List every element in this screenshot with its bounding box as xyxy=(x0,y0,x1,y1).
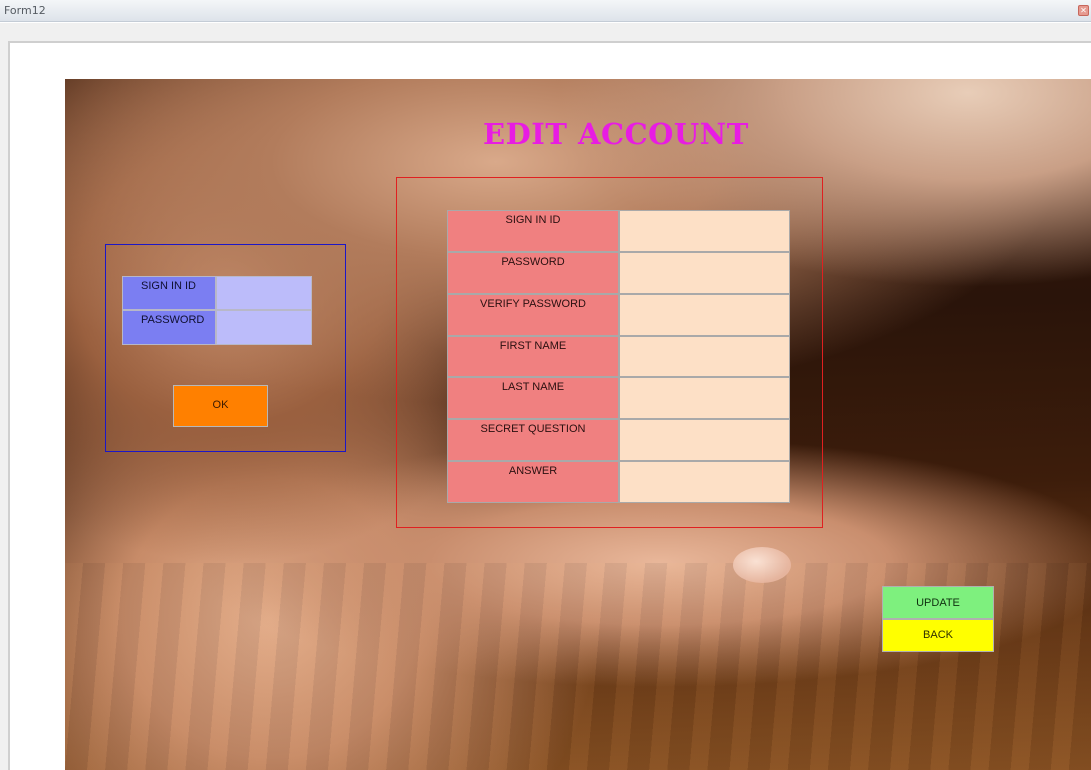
page-title: EDIT ACCOUNT xyxy=(483,117,749,151)
first-name-input[interactable] xyxy=(619,335,790,378)
ok-button[interactable]: OK xyxy=(173,385,268,427)
back-button[interactable]: BACK xyxy=(882,619,994,652)
update-button[interactable]: UPDATE xyxy=(882,586,994,619)
password-input[interactable] xyxy=(619,251,790,294)
secret-question-input[interactable] xyxy=(619,419,790,462)
login-sign-in-id-label: SIGN IN ID xyxy=(122,276,216,310)
sign-in-id-label: SIGN IN ID xyxy=(447,210,619,252)
login-password-input[interactable] xyxy=(216,310,312,345)
verify-password-input[interactable] xyxy=(619,293,790,336)
login-password-label: PASSWORD xyxy=(122,310,216,345)
last-name-label: LAST NAME xyxy=(447,377,619,420)
login-sign-in-id-input[interactable] xyxy=(216,276,312,310)
close-icon[interactable]: ✕ xyxy=(1078,5,1089,16)
answer-label: ANSWER xyxy=(447,461,619,503)
verify-password-label: VERIFY PASSWORD xyxy=(447,293,619,336)
edit-account-form: SIGN IN ID PASSWORD VERIFY PASSWORD FIRS… xyxy=(447,210,790,503)
answer-input[interactable] xyxy=(619,461,790,503)
password-label: PASSWORD xyxy=(447,251,619,294)
login-panel: SIGN IN ID PASSWORD xyxy=(122,276,312,345)
secret-question-label: SECRET QUESTION xyxy=(447,419,619,462)
first-name-label: FIRST NAME xyxy=(447,335,619,378)
sign-in-id-input[interactable] xyxy=(619,210,790,252)
last-name-input[interactable] xyxy=(619,377,790,420)
window-titlebar: Form12 ✕ xyxy=(0,0,1091,22)
window-title: Form12 xyxy=(4,4,46,17)
photo-fingernail xyxy=(733,547,791,583)
